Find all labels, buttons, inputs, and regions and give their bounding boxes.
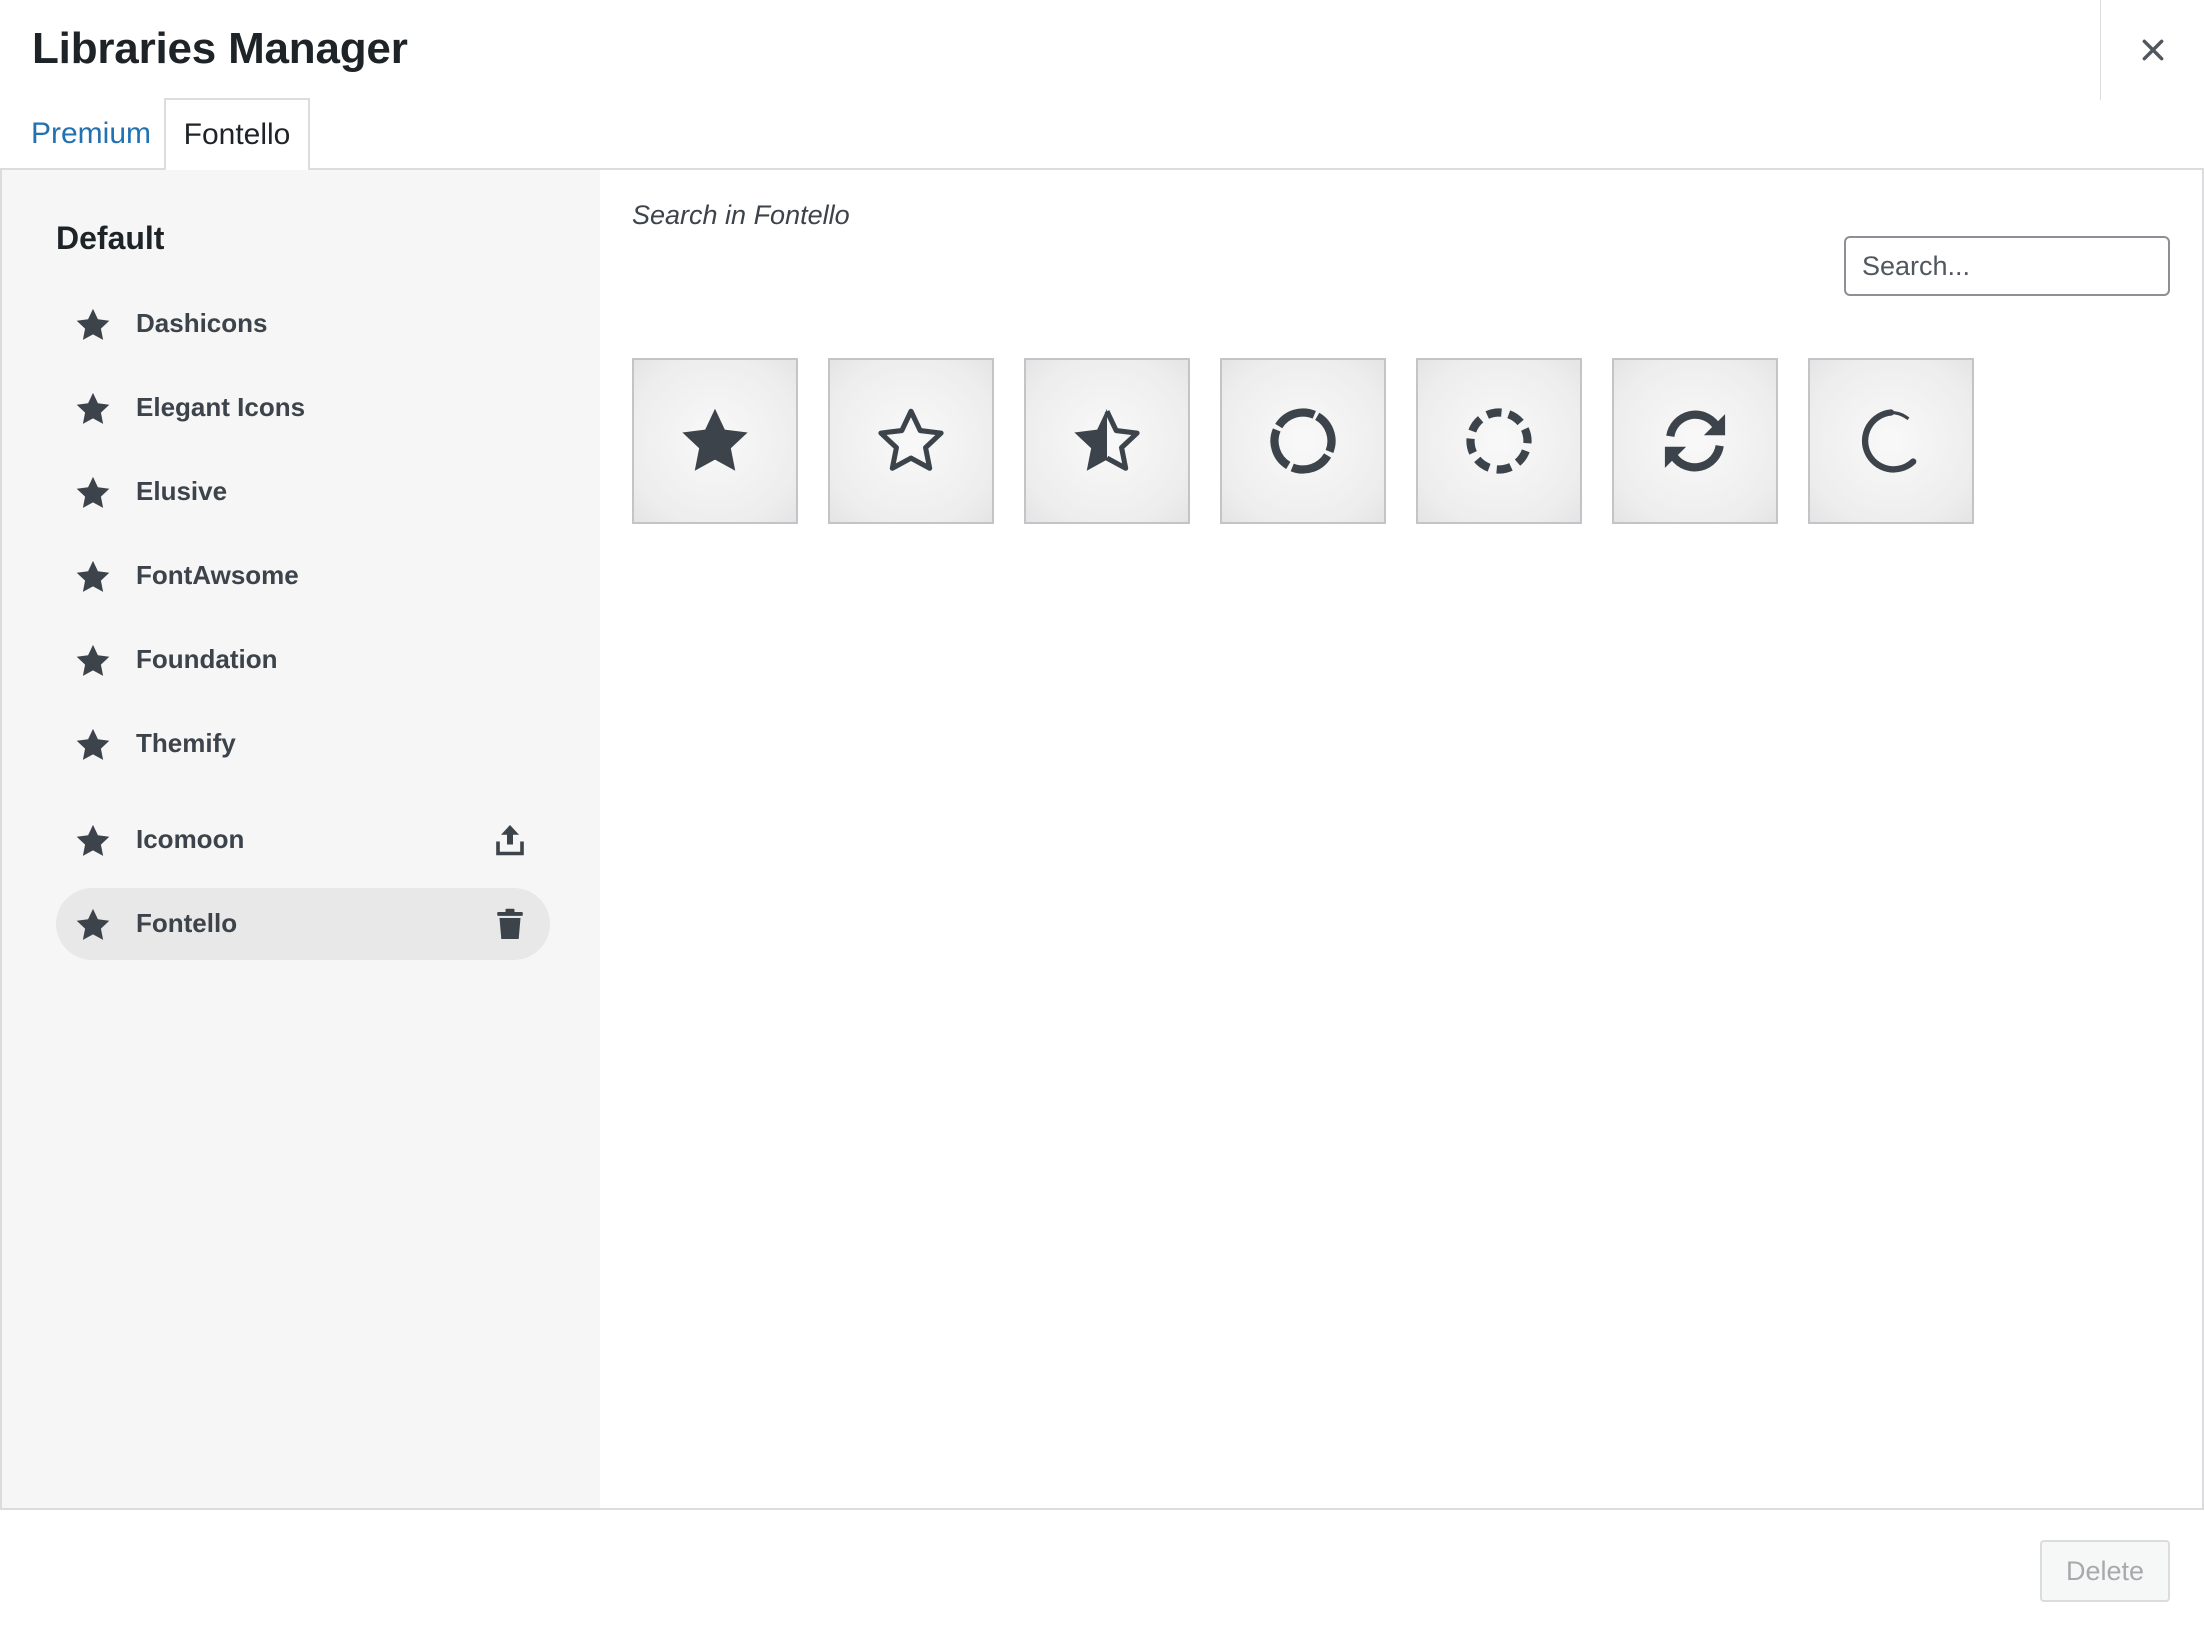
icon-browser: Search in Fontello	[600, 170, 2204, 1510]
refresh-icon	[1664, 410, 1726, 472]
search-input[interactable]	[1844, 236, 2170, 296]
sidebar-item-label: FontAwsome	[136, 560, 299, 590]
sidebar-item-label: Themify	[136, 728, 236, 758]
sidebar-item-elegant-icons[interactable]: Elegant Icons	[56, 372, 550, 444]
tab-bar: Premium Fontello	[0, 98, 2204, 172]
libraries-manager-modal: Libraries Manager Premium Fontello Defau…	[0, 0, 2204, 1630]
close-icon	[2142, 39, 2163, 61]
close-button[interactable]	[2100, 0, 2204, 100]
upload-icon[interactable]	[492, 822, 528, 858]
icon-tile-star-half[interactable]	[1024, 358, 1190, 524]
icon-tile-star-filled[interactable]	[632, 358, 798, 524]
sidebar-item-fontawsome[interactable]: FontAwsome	[56, 540, 550, 612]
sidebar-item-label: Dashicons	[136, 308, 268, 338]
star-outline-icon	[878, 408, 944, 471]
star-icon	[76, 824, 110, 856]
star-icon	[76, 908, 110, 940]
modal-footer: Delete	[0, 1508, 2204, 1630]
spinner-icon	[1270, 408, 1336, 474]
trash-icon[interactable]	[492, 906, 528, 942]
icon-tile-spinner-dashed[interactable]	[1416, 358, 1582, 524]
sidebar-item-label: Elegant Icons	[136, 392, 306, 422]
star-icon	[76, 392, 110, 424]
sidebar-heading: Default	[56, 220, 165, 256]
sidebar-item-label: Foundation	[136, 644, 278, 674]
icon-tile-refresh[interactable]	[1612, 358, 1778, 524]
modal-title: Libraries Manager	[32, 24, 408, 73]
tab-fontello[interactable]: Fontello	[164, 98, 310, 172]
spinner-dashed-icon	[1466, 408, 1532, 474]
star-icon	[76, 644, 110, 676]
icon-tile-spinner[interactable]	[1220, 358, 1386, 524]
sidebar-item-elusive[interactable]: Elusive	[56, 456, 550, 528]
loading-arc-icon	[1861, 409, 1917, 473]
sidebar-item-fontello[interactable]: Fontello	[56, 888, 550, 960]
star-icon	[76, 308, 110, 340]
delete-button[interactable]: Delete	[2040, 1540, 2170, 1602]
sidebar-item-foundation[interactable]: Foundation	[56, 624, 550, 696]
sidebar-item-dashicons[interactable]: Dashicons	[56, 288, 550, 360]
tab-premium[interactable]: Premium	[31, 98, 151, 170]
sidebar-item-label: Icomoon	[136, 824, 245, 854]
star-half-icon	[1074, 408, 1140, 471]
icon-tile-star-outline[interactable]	[828, 358, 994, 524]
icon-tile-loading-arc[interactable]	[1808, 358, 1974, 524]
sidebar-item-label: Elusive	[136, 476, 228, 506]
star-icon	[76, 560, 110, 592]
sidebar-item-icomoon[interactable]: Icomoon	[56, 804, 550, 876]
star-icon	[76, 476, 110, 508]
star-filled-icon	[682, 408, 748, 471]
library-sidebar: Default Dashicons Elegant Icons Elusive …	[0, 170, 600, 1510]
search-label: Search in Fontello	[632, 200, 850, 230]
sidebar-item-label: Fontello	[136, 908, 238, 938]
sidebar-item-themify[interactable]: Themify	[56, 708, 550, 780]
star-icon	[76, 728, 110, 760]
